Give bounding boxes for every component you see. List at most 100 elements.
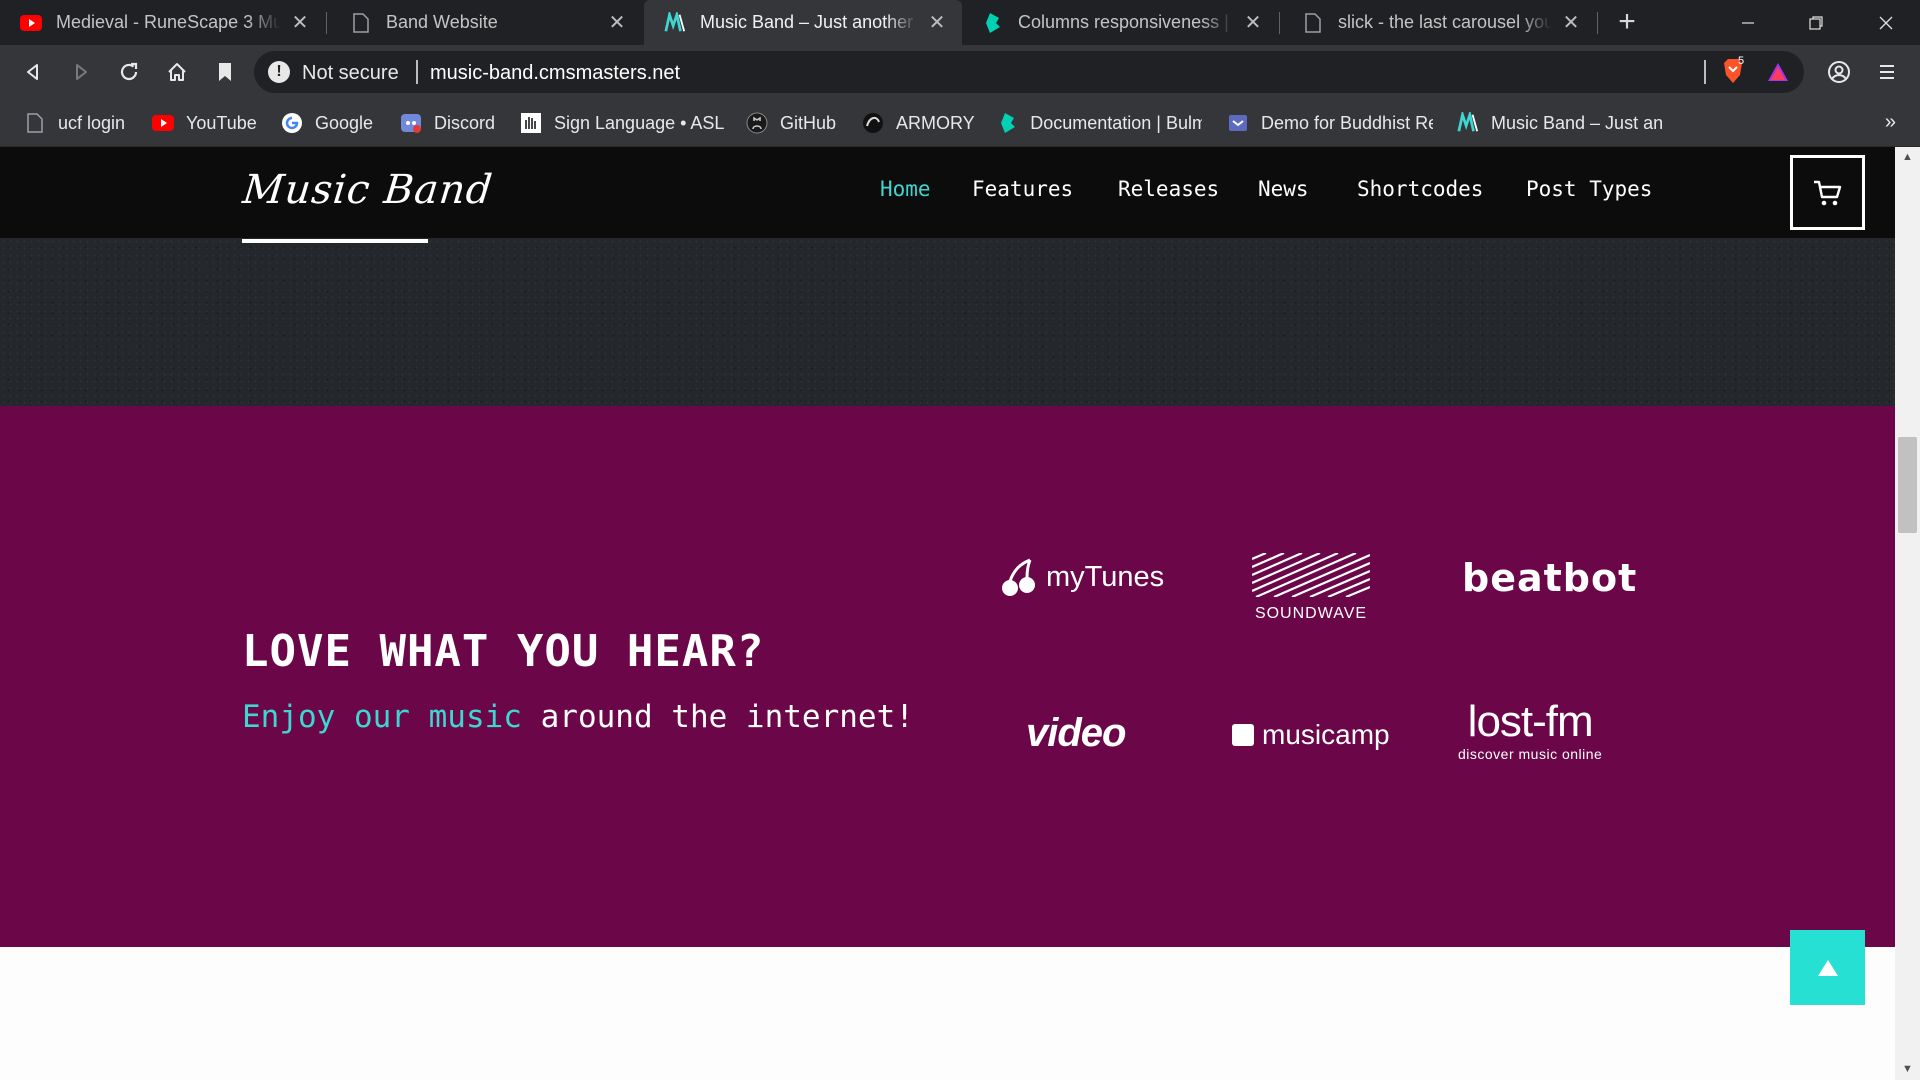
close-icon bbox=[1879, 16, 1893, 29]
music-band-icon bbox=[1457, 112, 1479, 134]
back-to-top-button[interactable] bbox=[1790, 930, 1865, 1005]
nav-news[interactable]: News bbox=[1258, 177, 1309, 201]
forward-arrow-icon bbox=[76, 64, 87, 80]
cart-button[interactable] bbox=[1790, 155, 1865, 230]
minimize-button[interactable] bbox=[1714, 0, 1782, 45]
bookmark-buddhist-demo[interactable]: Demo for Buddhist Retreat bbox=[1227, 99, 1433, 147]
bookmark-sign-language[interactable]: Sign Language • ASL bbox=[520, 99, 724, 147]
omnibox-divider bbox=[416, 60, 418, 84]
partner-logo-lostfm[interactable]: lost-fm discover music online bbox=[1458, 700, 1603, 763]
site-header: Music Band Home Features Releases News S… bbox=[0, 147, 1895, 238]
address-bar[interactable]: ! Not secure music-band.cmsmasters.net 5 bbox=[254, 51, 1804, 93]
bookmark-music-band[interactable]: Music Band – Just another bbox=[1457, 99, 1663, 147]
hamburger-icon bbox=[1880, 65, 1894, 79]
page-icon bbox=[1302, 12, 1324, 34]
home-button[interactable] bbox=[158, 53, 196, 91]
bookmarks-bar: ucf login YouTube Google Discord Sign La… bbox=[0, 99, 1920, 147]
tab-separator bbox=[326, 12, 327, 34]
forward-button[interactable] bbox=[62, 53, 100, 91]
bookmark-button[interactable] bbox=[206, 53, 244, 91]
music-band-icon bbox=[664, 11, 686, 34]
brave-shields-button[interactable]: 5 bbox=[1720, 55, 1750, 87]
close-icon[interactable]: ✕ bbox=[1560, 12, 1582, 34]
reload-icon bbox=[120, 62, 138, 81]
back-button[interactable] bbox=[14, 53, 52, 91]
bookmark-label: YouTube bbox=[186, 112, 257, 133]
page-viewport: Music Band Home Features Releases News S… bbox=[0, 147, 1920, 1080]
scroll-down-arrow-icon[interactable]: ▼ bbox=[1898, 1061, 1917, 1077]
nav-home[interactable]: Home bbox=[880, 177, 931, 201]
close-icon[interactable]: ✕ bbox=[926, 12, 948, 34]
demo-icon bbox=[1227, 112, 1249, 134]
promo-section: LOVE WHAT YOU HEAR? Enjoy our music arou… bbox=[0, 406, 1895, 947]
bookmark-label: Documentation | Bulma bbox=[1030, 112, 1202, 133]
promo-heading: LOVE WHAT YOU HEAR? bbox=[242, 626, 765, 677]
tab-bulma-columns[interactable]: Columns responsiveness | Bulma ✕ bbox=[962, 0, 1278, 45]
tab-title: Medieval - RuneScape 3 Music bbox=[56, 12, 281, 32]
profile-button[interactable] bbox=[1820, 53, 1858, 91]
bookmark-armory[interactable]: ARMORY bbox=[862, 99, 975, 147]
tab-title: slick - the last carousel you'll ever ne… bbox=[1338, 12, 1552, 32]
more-bookmarks-chevron-icon[interactable]: » bbox=[1885, 111, 1896, 134]
restore-icon bbox=[1809, 15, 1823, 30]
partner-name: SOUNDWAVE bbox=[1254, 605, 1368, 622]
promo-subtitle: Enjoy our music around the internet! bbox=[242, 699, 914, 735]
menu-button[interactable] bbox=[1868, 53, 1906, 91]
scroll-up-arrow-icon[interactable]: ▲ bbox=[1898, 149, 1917, 165]
close-icon[interactable]: ✕ bbox=[1242, 12, 1264, 34]
nav-releases[interactable]: Releases bbox=[1118, 177, 1219, 201]
partner-logo-beatbot[interactable]: beatbot bbox=[1462, 556, 1637, 600]
url-text[interactable]: music-band.cmsmasters.net bbox=[430, 62, 680, 85]
nav-shortcodes[interactable]: Shortcodes bbox=[1357, 177, 1483, 201]
home-icon bbox=[168, 63, 186, 81]
back-arrow-icon bbox=[27, 64, 38, 80]
nav-post-types[interactable]: Post Types bbox=[1526, 177, 1652, 201]
hand-sign-icon bbox=[520, 112, 542, 134]
bookmark-ucf-login[interactable]: ucf login bbox=[24, 99, 125, 147]
tab-slick-carousel[interactable]: slick - the last carousel you'll ever ne… bbox=[1282, 0, 1596, 45]
browser-toolbar: ! Not secure music-band.cmsmasters.net 5 bbox=[0, 45, 1920, 99]
partner-logo-musicamp[interactable]: musicamp bbox=[1232, 719, 1390, 751]
user-circle-icon bbox=[1828, 61, 1850, 83]
rewards-button[interactable] bbox=[1766, 61, 1792, 85]
partner-name: myTunes bbox=[1046, 560, 1165, 593]
up-triangle-icon bbox=[1817, 959, 1838, 976]
partner-logo-video[interactable]: video bbox=[1026, 711, 1126, 756]
reload-button[interactable] bbox=[110, 53, 148, 91]
partner-logo-soundwave[interactable]: SOUNDWAVE bbox=[1252, 553, 1370, 623]
bookmark-label: Google bbox=[315, 112, 374, 133]
discord-icon bbox=[400, 112, 422, 134]
bookmark-google[interactable]: Google bbox=[281, 99, 373, 147]
bookmark-icon bbox=[219, 63, 231, 81]
tab-title: Columns responsiveness | Bulma bbox=[1018, 12, 1234, 32]
bookmark-github[interactable]: GitHub bbox=[746, 99, 836, 147]
tab-runescape-music[interactable]: Medieval - RuneScape 3 Music ✕ bbox=[0, 0, 325, 45]
site-logo[interactable]: Music Band bbox=[241, 167, 496, 213]
bookmark-youtube[interactable]: YouTube bbox=[152, 99, 257, 147]
scrollbar-track[interactable] bbox=[1895, 147, 1920, 1080]
nav-features[interactable]: Features bbox=[972, 177, 1073, 201]
bookmark-discord[interactable]: Discord bbox=[400, 99, 495, 147]
bookmark-label: Sign Language • ASL bbox=[554, 112, 725, 133]
scrollbar-thumb[interactable] bbox=[1898, 437, 1917, 533]
logo-active-underline bbox=[242, 239, 428, 243]
triangle-rewards-icon bbox=[1768, 63, 1788, 81]
partner-tagline: discover music online bbox=[1458, 746, 1603, 762]
close-icon[interactable]: ✕ bbox=[606, 12, 628, 34]
bookmark-label: Demo for Buddhist Retreat bbox=[1261, 112, 1433, 133]
info-icon[interactable]: ! bbox=[268, 61, 290, 83]
bookmark-label: Music Band – Just another bbox=[1491, 112, 1663, 133]
close-window-button[interactable] bbox=[1852, 0, 1920, 45]
bookmark-bulma-docs[interactable]: Documentation | Bulma bbox=[998, 99, 1202, 147]
tab-band-website[interactable]: Band Website ✕ bbox=[330, 0, 642, 45]
browser-tab-strip: Medieval - RuneScape 3 Music ✕ Band Webs… bbox=[0, 0, 1920, 45]
tab-music-band[interactable]: Music Band – Just another WordPress site… bbox=[644, 0, 962, 45]
close-icon[interactable]: ✕ bbox=[289, 12, 311, 34]
github-icon bbox=[746, 112, 768, 134]
restore-button[interactable] bbox=[1782, 0, 1850, 45]
new-tab-button[interactable]: + bbox=[1612, 7, 1642, 38]
security-status[interactable]: Not secure bbox=[302, 62, 399, 85]
page-icon bbox=[350, 12, 372, 34]
page-icon bbox=[24, 112, 46, 134]
partner-logo-mytunes[interactable]: myTunes bbox=[1000, 556, 1164, 598]
